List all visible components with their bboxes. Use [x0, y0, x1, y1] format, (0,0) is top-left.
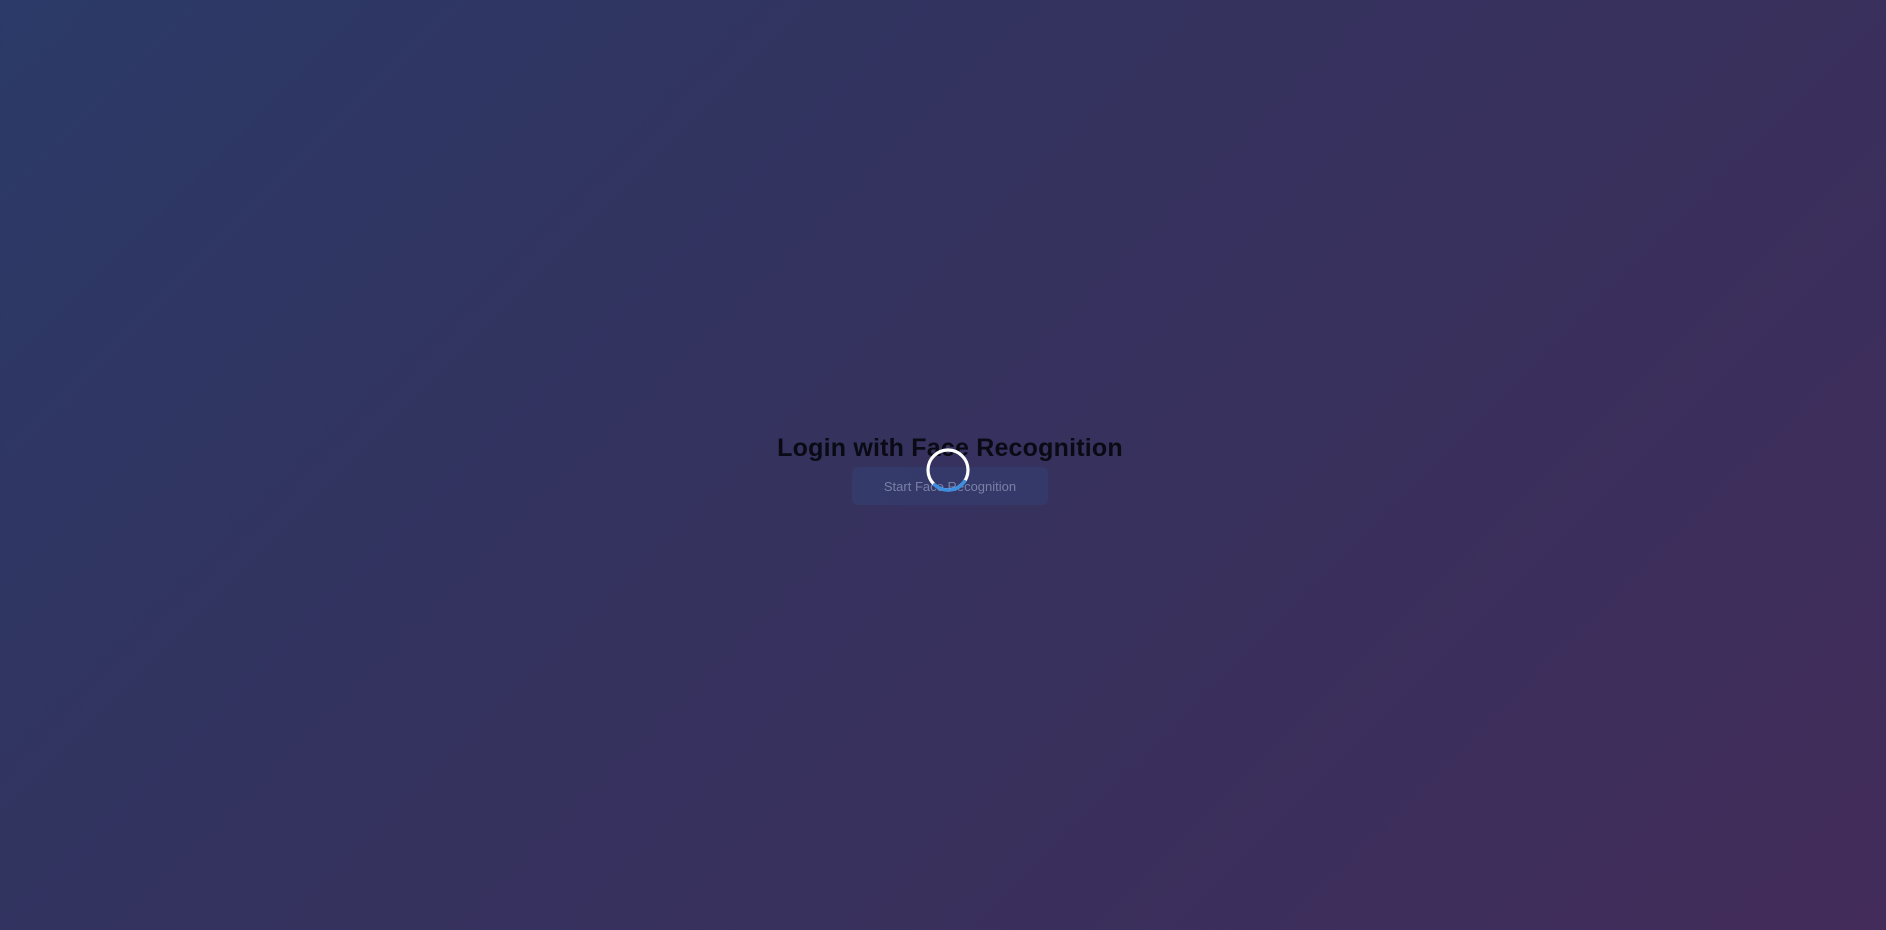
loading-overlay	[0, 0, 1886, 930]
loading-spinner-icon	[926, 448, 970, 492]
